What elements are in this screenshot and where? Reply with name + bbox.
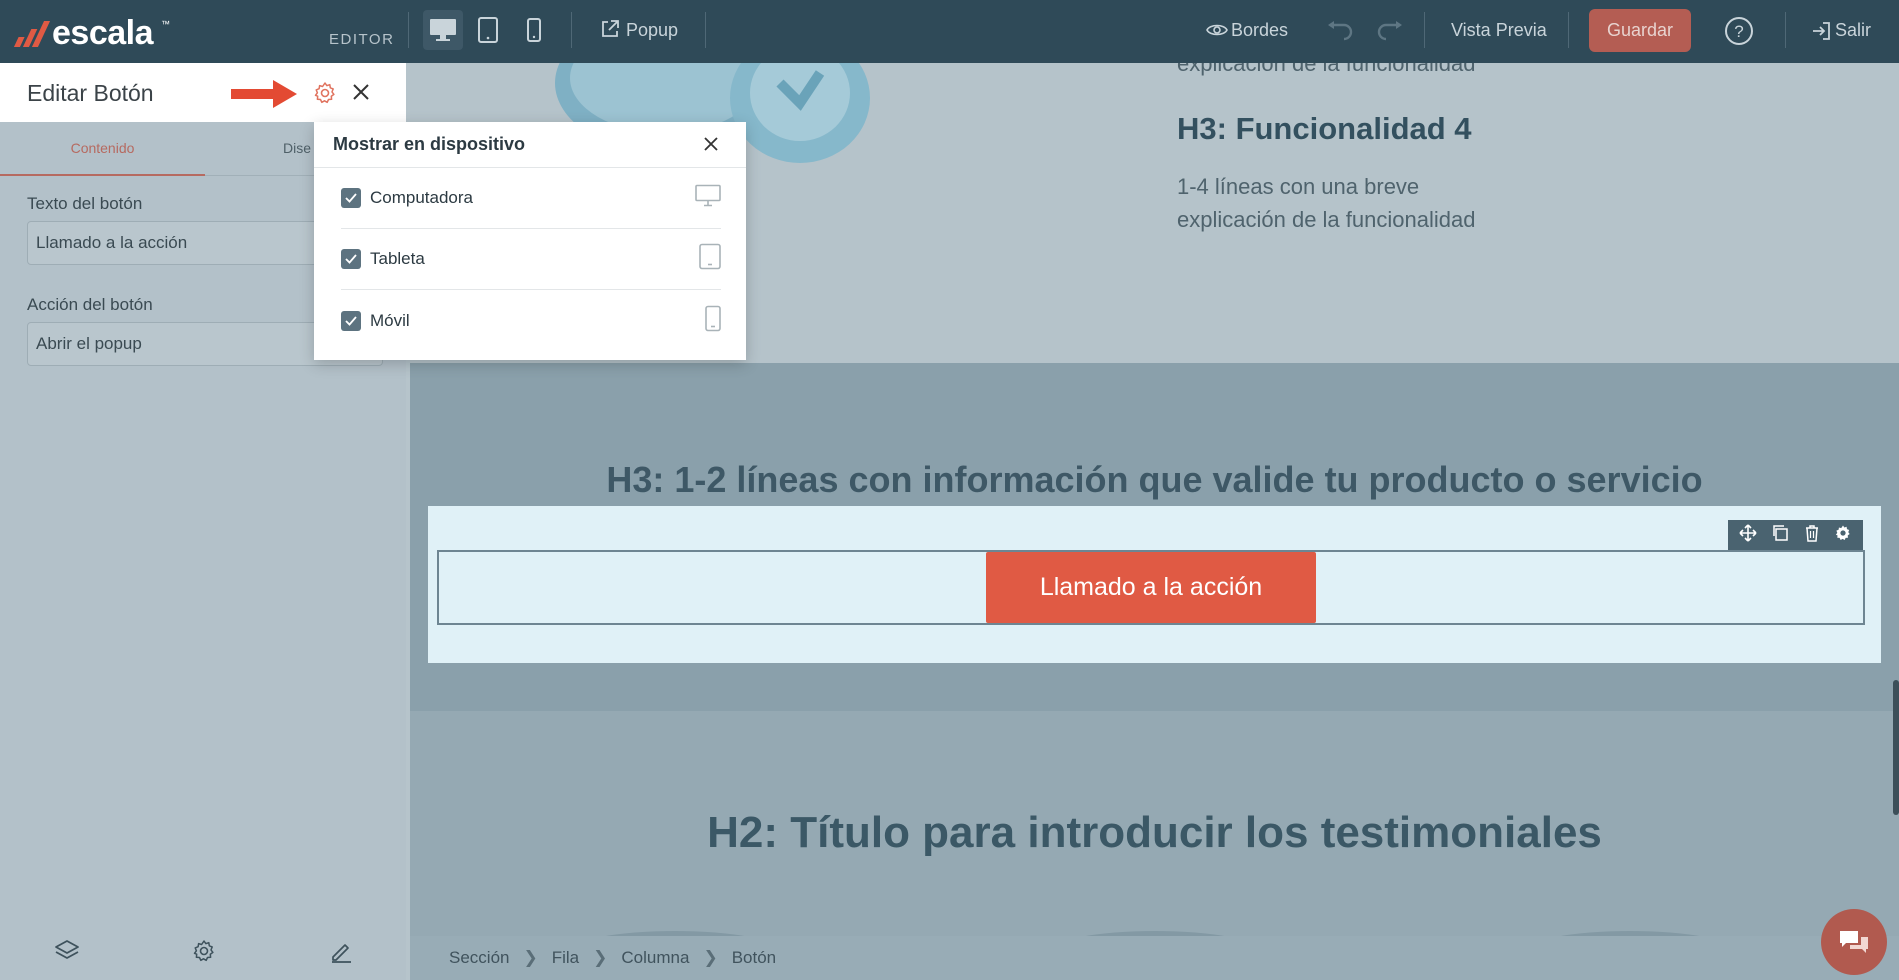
eye-icon: [1206, 22, 1228, 38]
borders-toggle-button[interactable]: Bordes: [1231, 20, 1288, 41]
desktop-icon: [695, 184, 721, 212]
exit-icon: [1811, 21, 1831, 41]
cta-button[interactable]: Llamado a la acción: [986, 552, 1316, 623]
element-settings-button[interactable]: [313, 81, 337, 110]
chat-button[interactable]: [1821, 909, 1887, 975]
panel-footer: [0, 923, 406, 980]
popup-button[interactable]: Popup: [626, 20, 678, 41]
preview-button[interactable]: Vista Previa: [1451, 20, 1547, 41]
checkmark-icon: [345, 193, 357, 203]
save-button[interactable]: Guardar: [1589, 9, 1691, 52]
tab-design[interactable]: Dise: [283, 140, 311, 156]
toolbar-divider: [1424, 12, 1425, 48]
svg-text:?: ?: [1734, 22, 1743, 41]
mobile-icon: [527, 18, 541, 42]
desktop-view-button[interactable]: [423, 10, 463, 50]
external-link-icon: [600, 19, 620, 39]
canvas-scrollbar[interactable]: [1893, 680, 1899, 815]
trash-icon: [1805, 524, 1818, 542]
breadcrumb-section[interactable]: Sección: [449, 948, 509, 968]
close-icon: [353, 84, 369, 100]
breadcrumb-column[interactable]: Columna: [621, 948, 689, 968]
desktop-icon: [430, 19, 456, 41]
tablet-icon: [478, 17, 498, 43]
popover-header: Mostrar en dispositivo: [314, 122, 746, 168]
device-option-tablet[interactable]: Tableta: [341, 229, 721, 290]
redo-button[interactable]: [1376, 21, 1404, 41]
device-visibility-popover: Mostrar en dispositivo Computadora Table…: [314, 122, 746, 360]
chevron-right-icon: ❯: [703, 948, 718, 967]
chevron-right-icon: ❯: [593, 948, 608, 967]
delete-button[interactable]: [1804, 524, 1820, 547]
toolbar-divider: [408, 12, 409, 48]
layers-icon: [55, 940, 79, 959]
brand-name: escala: [52, 14, 154, 52]
exit-button[interactable]: Salir: [1835, 20, 1871, 41]
top-toolbar: escala ™ EDITOR Popup Bordes Vista Previ…: [0, 0, 1899, 63]
move-icon: [1739, 523, 1757, 542]
desktop-checkbox[interactable]: [341, 188, 361, 208]
close-panel-button[interactable]: [351, 82, 371, 107]
gear-icon: [193, 940, 214, 962]
tablet-icon: [699, 243, 721, 275]
logo-bars-icon: [13, 20, 51, 47]
toolbar-divider: [1785, 12, 1786, 48]
layers-button[interactable]: [54, 939, 80, 968]
feature-heading: H3: Funcionalidad 4: [1177, 111, 1472, 146]
tablet-option-label: Tableta: [370, 249, 425, 268]
annotation-arrow: [231, 89, 275, 99]
close-popover-button[interactable]: [703, 136, 719, 157]
mobile-checkbox[interactable]: [341, 310, 361, 331]
gear-icon: [314, 82, 335, 104]
mobile-view-button[interactable]: [514, 10, 554, 50]
close-icon: [704, 137, 718, 151]
chevron-right-icon: ❯: [523, 948, 538, 967]
mobile-icon: [705, 305, 721, 336]
brand-logo: escala ™: [13, 14, 170, 53]
undo-icon: [1328, 21, 1353, 41]
undo-button[interactable]: [1326, 21, 1354, 41]
breadcrumb-row[interactable]: Fila: [552, 948, 579, 968]
feature-description-top: explicación de la funcionalidad: [1177, 63, 1476, 76]
toolbar-divider: [571, 12, 572, 48]
tablet-view-button[interactable]: [468, 10, 508, 50]
brand-trademark: ™: [161, 18, 170, 29]
annotation-arrow-head: [273, 80, 297, 108]
breadcrumb-button[interactable]: Botón: [732, 948, 776, 968]
popover-title: Mostrar en dispositivo: [333, 134, 526, 154]
checkmark-icon: [345, 254, 357, 264]
settings-button[interactable]: [192, 939, 216, 968]
toolbar-divider: [705, 12, 706, 48]
mobile-option-label: Móvil: [370, 310, 410, 330]
chat-icon: [1840, 931, 1868, 953]
tab-content[interactable]: Contenido: [0, 122, 205, 176]
move-button[interactable]: [1739, 523, 1757, 547]
duplicate-icon: [1773, 524, 1789, 541]
device-option-desktop[interactable]: Computadora: [341, 168, 721, 229]
breadcrumb: Sección ❯ Fila ❯ Columna ❯ Botón: [410, 936, 1899, 980]
pencil-icon: [332, 944, 351, 963]
editor-mode-label: EDITOR: [329, 31, 395, 48]
help-button[interactable]: ?: [1724, 16, 1754, 46]
panel-title: Editar Botón: [27, 80, 154, 106]
help-icon: ?: [1725, 17, 1753, 45]
device-option-mobile[interactable]: Móvil: [341, 290, 721, 351]
panel-header: Editar Botón: [0, 63, 406, 122]
row-settings-button[interactable]: [1834, 524, 1852, 547]
validation-heading: H3: 1-2 líneas con información que valid…: [606, 459, 1703, 500]
button-action-label: Acción del botón: [27, 295, 153, 314]
feature-description-line-1: 1-4 líneas con una breve: [1177, 174, 1420, 199]
checkmark-icon: [345, 315, 357, 326]
row-toolbar: [1728, 520, 1863, 550]
gear-icon: [1835, 525, 1850, 540]
tablet-checkbox[interactable]: [341, 249, 361, 269]
button-text-label: Texto del botón: [27, 194, 143, 213]
duplicate-button[interactable]: [1771, 524, 1789, 547]
toolbar-divider: [1568, 12, 1569, 48]
feature-description-line-2: explicación de la funcionalidad: [1177, 207, 1476, 232]
testimonials-heading: H2: Título para introducir los testimoni…: [707, 808, 1602, 857]
edit-button[interactable]: [329, 939, 353, 968]
redo-icon: [1377, 21, 1402, 41]
desktop-option-label: Computadora: [370, 188, 474, 207]
